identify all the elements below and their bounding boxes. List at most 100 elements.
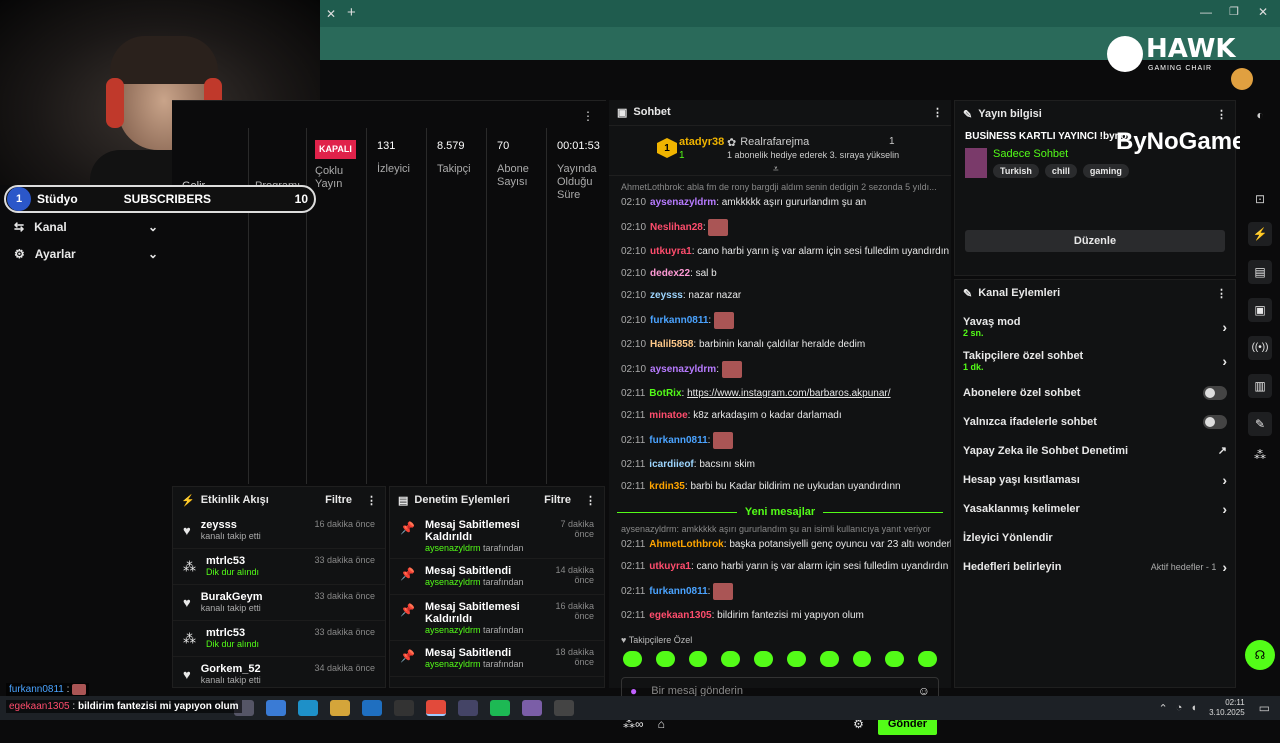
chat-username[interactable]: utkuyra1	[649, 561, 691, 572]
chat-username[interactable]: furkann0811	[649, 586, 707, 597]
chrome-icon[interactable]	[426, 700, 446, 716]
obs-icon[interactable]	[522, 700, 542, 716]
clock-date[interactable]: 3.10.2025	[1209, 708, 1245, 718]
expand-icon[interactable]: ⩡	[773, 164, 779, 175]
chat-message: 02:10 Neslihan28:	[609, 214, 951, 241]
gift-prompt: 1 abonelik hediye ederek 3. sıraya yükse…	[727, 150, 900, 160]
minimize-icon[interactable]: —	[1200, 5, 1212, 19]
sidebar-item-ayarlar[interactable]: ⚙ Ayarlar ⌄	[0, 240, 172, 267]
channel-action-row[interactable]: Hedefleri belirleyin Aktif hedefler - 1 ›	[955, 552, 1235, 581]
system-tray[interactable]: ⌃ ◔ ◖	[1159, 702, 1198, 715]
emote-icon[interactable]	[721, 651, 741, 667]
app-icon[interactable]	[458, 700, 478, 716]
activity-filter-button[interactable]: Filtre	[325, 494, 352, 507]
activity-menu-icon[interactable]: ⋮	[366, 494, 377, 507]
emote-icon[interactable]	[754, 651, 773, 667]
tag-chip[interactable]: gaming	[1082, 164, 1129, 178]
emote-icon[interactable]	[623, 651, 642, 667]
emote-row	[609, 649, 951, 669]
rail-layout-icon[interactable]: ▥	[1248, 374, 1272, 398]
chat-menu-icon[interactable]: ⋮	[932, 106, 943, 119]
tag-chip[interactable]: Turkish	[993, 164, 1039, 178]
chat-username[interactable]: icardiieof	[649, 459, 693, 470]
edit-button[interactable]: Düzenle	[965, 230, 1225, 252]
moderation-menu-icon[interactable]: ⋮	[585, 494, 596, 507]
chat-username[interactable]: AhmetLothbrok	[649, 539, 723, 550]
chat-username[interactable]: Neslihan28	[650, 222, 703, 233]
emote-icon	[713, 432, 734, 449]
wrench-icon: ✎	[963, 287, 973, 300]
channel-action-row[interactable]: Takipçilere özel sohbet 1 dk. ›	[955, 344, 1235, 378]
emote-icon[interactable]	[819, 651, 839, 667]
category-name[interactable]: Sadece Sohbet	[993, 148, 1129, 160]
emote-icon[interactable]	[688, 651, 708, 667]
chat-username[interactable]: BotRix	[649, 388, 681, 399]
new-reply-preview: aysenazyldrm: amkkkkk aşırı gururlandım …	[621, 524, 931, 534]
tab-close-icon[interactable]: ✕	[326, 7, 336, 21]
edge-icon[interactable]	[298, 700, 318, 716]
rail-points-icon[interactable]: ⁂	[1240, 448, 1280, 462]
chat-username[interactable]: minatoe	[649, 410, 687, 421]
chat-username[interactable]: aysenazyldrm	[650, 197, 716, 208]
rail-chat-icon[interactable]: ▣	[1248, 298, 1272, 322]
toggle-switch[interactable]	[1203, 414, 1227, 429]
rail-focus-icon[interactable]: ⊡	[1240, 192, 1280, 206]
clock-time[interactable]: 02:11	[1209, 698, 1244, 708]
channel-actions-menu-icon[interactable]: ⋮	[1216, 287, 1227, 300]
tag-chip[interactable]: chill	[1044, 164, 1077, 178]
chat-username[interactable]: utkuyra1	[650, 246, 692, 257]
moderation-filter-button[interactable]: Filtre	[544, 494, 571, 507]
chat-message: 02:11 BotRix: https://www.instagram.com/b…	[621, 388, 891, 399]
chat-username[interactable]: dedex22	[650, 268, 690, 279]
channel-action-row[interactable]: Hesap yaşı kısıtlaması ›	[955, 465, 1235, 494]
channel-action-row[interactable]: Yavaş mod 2 sn. ›	[955, 310, 1235, 344]
emote-icon[interactable]	[918, 651, 937, 667]
gift-icon: ✿	[727, 137, 737, 149]
restore-icon[interactable]: ❐	[1229, 5, 1239, 18]
chat-username[interactable]: aysenazyldrm	[650, 364, 716, 375]
toggle-switch[interactable]	[1203, 385, 1227, 400]
spotify-icon[interactable]	[490, 700, 510, 716]
channel-action-row[interactable]: İzleyici Yönlendir	[955, 523, 1235, 552]
help-button[interactable]: ☊	[1245, 640, 1275, 670]
chat-username[interactable]: furkann0811	[649, 435, 707, 446]
channel-action-row[interactable]: Abonelere özel sohbet	[955, 378, 1235, 407]
moderation-title: Denetim Eylemleri	[414, 493, 510, 506]
rail-info-icon[interactable]: ◐	[1240, 108, 1280, 122]
copilot-icon[interactable]	[266, 700, 286, 716]
emote-icon[interactable]	[885, 651, 905, 667]
rail-bolt-icon[interactable]: ⚡	[1248, 222, 1272, 246]
channel-action-row[interactable]: Yalnızca ifadelerle sohbet	[955, 407, 1235, 436]
explorer-icon[interactable]	[330, 700, 350, 716]
multi-stream-label: Çoklu Yayın	[315, 165, 344, 190]
chat-username[interactable]: zeysss	[650, 290, 683, 301]
volume-icon: ◖	[1190, 702, 1198, 714]
stats-menu-icon[interactable]: ⋮	[582, 109, 594, 123]
channel-action-row[interactable]: Yasaklanmış kelimeler ›	[955, 494, 1235, 523]
emote-icon[interactable]	[655, 651, 675, 667]
chat-username[interactable]: krdin35	[649, 481, 685, 492]
outlook-icon[interactable]	[362, 700, 382, 716]
emote-icon[interactable]	[786, 651, 806, 667]
app-icon-2[interactable]	[554, 700, 574, 716]
user-avatar[interactable]	[1231, 68, 1253, 90]
chat-username[interactable]: furkann0811	[650, 315, 708, 326]
xbox-icon[interactable]	[394, 700, 414, 716]
rail-wrench-icon[interactable]: ✎	[1248, 412, 1272, 436]
chevron-right-icon: ›	[1222, 558, 1227, 575]
notification-icon[interactable]: ▭	[1259, 701, 1270, 715]
emote-icon[interactable]	[852, 651, 872, 667]
channel-action-row[interactable]: Yapay Zeka ile Sohbet Denetimi ↗	[955, 436, 1235, 465]
rail-doc-icon[interactable]: ▤	[1248, 260, 1272, 284]
new-tab-button[interactable]: +	[347, 4, 356, 21]
stream-info-menu-icon[interactable]: ⋮	[1216, 108, 1227, 121]
chat-message: 02:11 icardiieof: bacsını skim	[621, 459, 755, 470]
rail-broadcast-icon[interactable]: ((•))	[1248, 336, 1272, 360]
activity-title: Etkinlik Akışı	[200, 493, 269, 506]
top-gifter-name[interactable]: atadyr38	[679, 136, 724, 148]
chat-username[interactable]: egekaan1305	[649, 610, 711, 621]
chat-title: Sohbet	[633, 106, 671, 118]
close-window-icon[interactable]: ✕	[1258, 5, 1268, 19]
chat-username[interactable]: Halil5858	[650, 339, 693, 350]
sidebar-item-kanal[interactable]: ⇆ Kanal ⌄	[0, 213, 172, 240]
